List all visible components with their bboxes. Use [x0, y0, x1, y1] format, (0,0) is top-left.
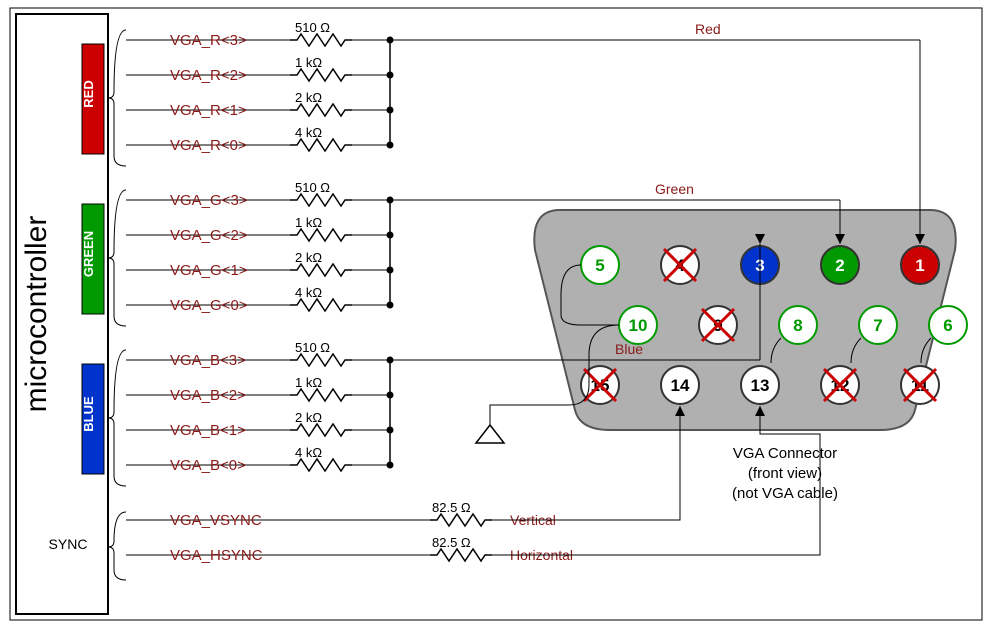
connector-sub2: (not VGA cable) [732, 485, 838, 502]
rval-GREEN-2: 2 kΩ [295, 250, 322, 265]
pin-1-label: 1 [915, 256, 924, 275]
ground-symbol [476, 425, 504, 443]
resistor [290, 69, 352, 81]
rval-RED-3: 4 kΩ [295, 125, 322, 140]
rval-RED-2: 2 kΩ [295, 90, 322, 105]
sync-r-0: 82.5 Ω [432, 500, 471, 515]
brace [108, 350, 126, 486]
resistor [290, 229, 352, 241]
pin-10-label: 10 [629, 316, 648, 335]
signal-BLUE-2: VGA_B<1> [170, 422, 246, 439]
rval-RED-0: 510 Ω [295, 20, 330, 35]
resistor [290, 104, 352, 116]
resistor [290, 299, 352, 311]
resistor [290, 264, 352, 276]
sync-label: SYNC [49, 536, 88, 552]
rval-GREEN-0: 510 Ω [295, 180, 330, 195]
signal-GREEN-1: VGA_G<2> [170, 227, 248, 244]
signal-RED-0: VGA_R<3> [170, 32, 247, 49]
pin-14-label: 14 [671, 376, 690, 395]
microcontroller-label: microcontroller [20, 216, 53, 413]
pin-2-label: 2 [835, 256, 844, 275]
resistor [430, 514, 492, 526]
signal-RED-2: VGA_R<1> [170, 102, 247, 119]
brace [108, 30, 126, 166]
signal-BLUE-1: VGA_B<2> [170, 387, 246, 404]
resistor [290, 354, 352, 366]
signal-GREEN-0: VGA_G<3> [170, 192, 248, 209]
resistor [290, 194, 352, 206]
resistor [290, 389, 352, 401]
signal-BLUE-0: VGA_B<3> [170, 352, 246, 369]
group-label-blue: BLUE [81, 396, 96, 432]
group-label-green: GREEN [81, 231, 96, 277]
rval-BLUE-3: 4 kΩ [295, 445, 322, 460]
rval-RED-1: 1 kΩ [295, 55, 322, 70]
outlabel-Green: Green [655, 181, 694, 197]
pin-5-label: 5 [595, 256, 604, 275]
pin-6-label: 6 [943, 316, 952, 335]
sync-sig-1: VGA_HSYNC [170, 547, 263, 564]
connector-sub1: (front view) [748, 465, 822, 482]
resistor [290, 139, 352, 151]
connector-title: VGA Connector [733, 445, 837, 462]
pin-13-label: 13 [751, 376, 770, 395]
resistor [290, 34, 352, 46]
resistor [430, 549, 492, 561]
outlabel-Red: Red [695, 21, 721, 37]
sync-sig-0: VGA_VSYNC [170, 512, 262, 529]
pin-8-label: 8 [793, 316, 802, 335]
vga-circuit-diagram: microcontroller RED VGA_R<3> 510 Ω VGA_R<2> 1… [0, 0, 992, 628]
outlabel-Blue: Blue [615, 341, 643, 357]
signal-BLUE-3: VGA_B<0> [170, 457, 246, 474]
signal-RED-3: VGA_R<0> [170, 137, 247, 154]
group-label-red: RED [81, 80, 96, 107]
brace [108, 512, 126, 580]
rval-BLUE-1: 1 kΩ [295, 375, 322, 390]
rval-BLUE-0: 510 Ω [295, 340, 330, 355]
brace [108, 190, 126, 326]
signal-RED-1: VGA_R<2> [170, 67, 247, 84]
rval-GREEN-3: 4 kΩ [295, 285, 322, 300]
rval-BLUE-2: 2 kΩ [295, 410, 322, 425]
sync-r-1: 82.5 Ω [432, 535, 471, 550]
resistor [290, 459, 352, 471]
signal-GREEN-3: VGA_G<0> [170, 297, 248, 314]
pin-7-label: 7 [873, 316, 882, 335]
rval-GREEN-1: 1 kΩ [295, 215, 322, 230]
resistor [290, 424, 352, 436]
signal-GREEN-2: VGA_G<1> [170, 262, 248, 279]
